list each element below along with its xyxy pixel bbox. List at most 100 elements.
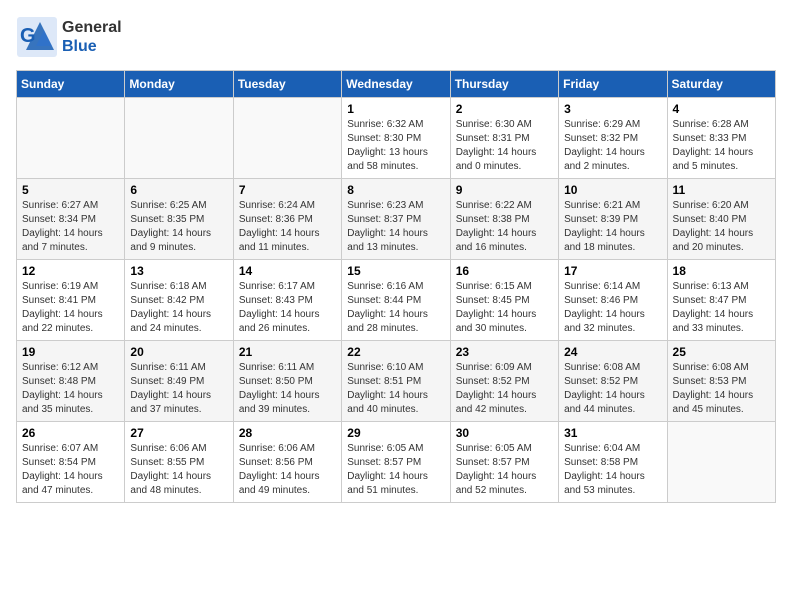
table-row: 29Sunrise: 6:05 AMSunset: 8:57 PMDayligh… xyxy=(342,422,450,503)
day-info: Sunrise: 6:15 AMSunset: 8:45 PMDaylight:… xyxy=(456,280,553,336)
day-number: 2 xyxy=(456,102,553,116)
table-row: 12Sunrise: 6:19 AMSunset: 8:41 PMDayligh… xyxy=(17,260,125,341)
day-info: Sunrise: 6:05 AMSunset: 8:57 PMDaylight:… xyxy=(456,442,553,498)
day-info: Sunrise: 6:09 AMSunset: 8:52 PMDaylight:… xyxy=(456,361,553,417)
daylight-minutes: and 18 minutes. xyxy=(564,242,635,253)
calendar-week-row: 1Sunrise: 6:32 AMSunset: 8:30 PMDaylight… xyxy=(17,98,776,179)
day-info: Sunrise: 6:24 AMSunset: 8:36 PMDaylight:… xyxy=(239,199,336,255)
table-row: 3Sunrise: 6:29 AMSunset: 8:32 PMDaylight… xyxy=(559,98,667,179)
table-row: 4Sunrise: 6:28 AMSunset: 8:33 PMDaylight… xyxy=(667,98,775,179)
day-info: Sunrise: 6:05 AMSunset: 8:57 PMDaylight:… xyxy=(347,442,444,498)
logo: G General Blue xyxy=(16,16,122,58)
calendar-week-row: 12Sunrise: 6:19 AMSunset: 8:41 PMDayligh… xyxy=(17,260,776,341)
daylight-hours-label: Daylight: 14 hours xyxy=(456,471,537,482)
day-info: Sunrise: 6:20 AMSunset: 8:40 PMDaylight:… xyxy=(673,199,770,255)
table-row xyxy=(667,422,775,503)
daylight-hours-label: Daylight: 14 hours xyxy=(239,309,320,320)
daylight-minutes: and 58 minutes. xyxy=(347,161,418,172)
table-row: 8Sunrise: 6:23 AMSunset: 8:37 PMDaylight… xyxy=(342,179,450,260)
table-row: 13Sunrise: 6:18 AMSunset: 8:42 PMDayligh… xyxy=(125,260,233,341)
table-row: 7 Sunrise: 6:24 AMSunset: 8:36 PMDaylight… xyxy=(233,179,341,260)
daylight-hours-label: Daylight: 14 hours xyxy=(456,147,537,158)
daylight-minutes: and 49 minutes. xyxy=(239,485,310,496)
table-row: 2Sunrise: 6:30 AMSunset: 8:31 PMDaylight… xyxy=(450,98,558,179)
daylight-minutes: and 5 minutes. xyxy=(673,161,739,172)
daylight-minutes: and 30 minutes. xyxy=(456,323,527,334)
calendar-week-row: 5Sunrise: 6:27 AMSunset: 8:34 PMDaylight… xyxy=(17,179,776,260)
day-info: Sunrise: 6:18 AMSunset: 8:42 PMDaylight:… xyxy=(130,280,227,336)
col-thursday: Thursday xyxy=(450,71,558,98)
table-row: 31Sunrise: 6:04 AMSunset: 8:58 PMDayligh… xyxy=(559,422,667,503)
table-row: 23 Sunrise: 6:09 AMSunset: 8:52 PMDayligh… xyxy=(450,341,558,422)
day-info: Sunrise: 6:16 AMSunset: 8:44 PMDaylight:… xyxy=(347,280,444,336)
day-info: Sunrise: 6:29 AMSunset: 8:32 PMDaylight:… xyxy=(564,118,661,174)
table-row: 5Sunrise: 6:27 AMSunset: 8:34 PMDaylight… xyxy=(17,179,125,260)
table-row xyxy=(125,98,233,179)
daylight-minutes: and 32 minutes. xyxy=(564,323,635,334)
day-number: 28 xyxy=(239,426,336,440)
table-row xyxy=(233,98,341,179)
table-row: 14Sunrise: 6:17 AMSunset: 8:43 PMDayligh… xyxy=(233,260,341,341)
col-saturday: Saturday xyxy=(667,71,775,98)
daylight-hours-label: Daylight: 13 hours xyxy=(347,147,428,158)
daylight-hours-label: Daylight: 14 hours xyxy=(564,228,645,239)
daylight-minutes: and 45 minutes. xyxy=(673,404,744,415)
daylight-hours-label: Daylight: 14 hours xyxy=(673,390,754,401)
daylight-minutes: and 42 minutes. xyxy=(456,404,527,415)
daylight-hours-label: Daylight: 14 hours xyxy=(347,390,428,401)
daylight-hours-label: Daylight: 14 hours xyxy=(673,228,754,239)
day-info: Sunrise: 6:10 AMSunset: 8:51 PMDaylight:… xyxy=(347,361,444,417)
table-row: 25 Sunrise: 6:08 AMSunset: 8:53 PMDayligh… xyxy=(667,341,775,422)
logo-svg-icon: G xyxy=(16,16,58,58)
daylight-minutes: and 44 minutes. xyxy=(564,404,635,415)
day-info: Sunrise: 6:19 AMSunset: 8:41 PMDaylight:… xyxy=(22,280,119,336)
daylight-minutes: and 16 minutes. xyxy=(456,242,527,253)
daylight-minutes: and 53 minutes. xyxy=(564,485,635,496)
day-info: Sunrise: 6:07 AMSunset: 8:54 PMDaylight:… xyxy=(22,442,119,498)
day-info: Sunrise: 6:06 AMSunset: 8:56 PMDaylight:… xyxy=(239,442,336,498)
logo-general-text: General xyxy=(62,18,122,37)
table-row: 20Sunrise: 6:11 AMSunset: 8:49 PMDayligh… xyxy=(125,341,233,422)
day-number: 27 xyxy=(130,426,227,440)
day-number: 15 xyxy=(347,264,444,278)
table-row: 19Sunrise: 6:12 AMSunset: 8:48 PMDayligh… xyxy=(17,341,125,422)
day-number: 20 xyxy=(130,345,227,359)
table-row: 27Sunrise: 6:06 AMSunset: 8:55 PMDayligh… xyxy=(125,422,233,503)
table-row: 11Sunrise: 6:20 AMSunset: 8:40 PMDayligh… xyxy=(667,179,775,260)
daylight-hours-label: Daylight: 14 hours xyxy=(239,390,320,401)
table-row: 16 Sunrise: 6:15 AMSunset: 8:45 PMDayligh… xyxy=(450,260,558,341)
daylight-minutes: and 51 minutes. xyxy=(347,485,418,496)
day-number: 23 xyxy=(456,345,553,359)
day-number: 25 xyxy=(673,345,770,359)
day-info: Sunrise: 6:08 AMSunset: 8:53 PMDaylight:… xyxy=(673,361,770,417)
logo-blue-text: Blue xyxy=(62,37,122,56)
daylight-minutes: and 48 minutes. xyxy=(130,485,201,496)
daylight-hours-label: Daylight: 14 hours xyxy=(130,309,211,320)
daylight-minutes: and 26 minutes. xyxy=(239,323,310,334)
daylight-hours-label: Daylight: 14 hours xyxy=(22,471,103,482)
daylight-minutes: and 37 minutes. xyxy=(130,404,201,415)
daylight-hours-label: Daylight: 14 hours xyxy=(564,390,645,401)
day-info: Sunrise: 6:17 AMSunset: 8:43 PMDaylight:… xyxy=(239,280,336,336)
day-number: 17 xyxy=(564,264,661,278)
table-row: 30Sunrise: 6:05 AMSunset: 8:57 PMDayligh… xyxy=(450,422,558,503)
day-number: 16 xyxy=(456,264,553,278)
daylight-minutes: and 7 minutes. xyxy=(22,242,88,253)
table-row: 24Sunrise: 6:08 AMSunset: 8:52 PMDayligh… xyxy=(559,341,667,422)
day-number: 10 xyxy=(564,183,661,197)
day-number: 1 xyxy=(347,102,444,116)
calendar-table: Sunday Monday Tuesday Wednesday Thursday… xyxy=(16,70,776,503)
daylight-minutes: and 47 minutes. xyxy=(22,485,93,496)
daylight-minutes: and 28 minutes. xyxy=(347,323,418,334)
day-number: 18 xyxy=(673,264,770,278)
col-tuesday: Tuesday xyxy=(233,71,341,98)
daylight-hours-label: Daylight: 14 hours xyxy=(130,228,211,239)
daylight-hours-label: Daylight: 14 hours xyxy=(239,471,320,482)
day-info: Sunrise: 6:11 AMSunset: 8:50 PMDaylight:… xyxy=(239,361,336,417)
day-number: 4 xyxy=(673,102,770,116)
day-info: Sunrise: 6:27 AMSunset: 8:34 PMDaylight:… xyxy=(22,199,119,255)
calendar-header-row: Sunday Monday Tuesday Wednesday Thursday… xyxy=(17,71,776,98)
day-number: 7 xyxy=(239,183,336,197)
daylight-hours-label: Daylight: 14 hours xyxy=(347,471,428,482)
daylight-minutes: and 0 minutes. xyxy=(456,161,522,172)
